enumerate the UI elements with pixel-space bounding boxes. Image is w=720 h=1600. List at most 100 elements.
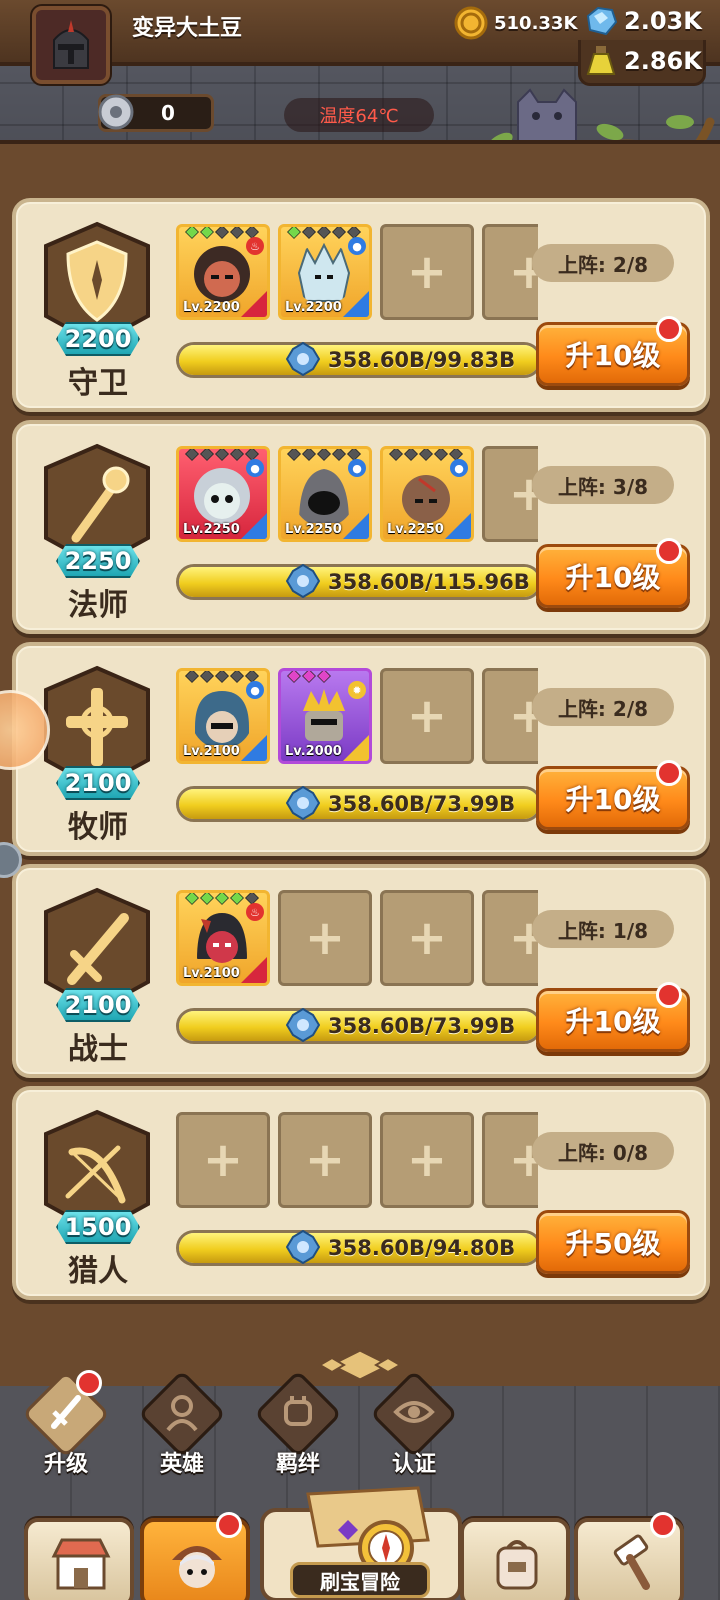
hero-icon	[166, 1395, 198, 1432]
hero-card[interactable]: ✹ Lv.2000	[278, 668, 372, 764]
hero-portrait-icon	[197, 913, 247, 963]
blue-gear-gem-icon	[286, 1008, 320, 1042]
empty-hero-slot[interactable]: +	[278, 1112, 372, 1208]
gems-counter[interactable]: 2.03K	[584, 4, 702, 38]
hero-portrait-icon	[195, 691, 249, 745]
empty-hero-slot[interactable]: +	[482, 1112, 538, 1208]
water-element-icon: ●	[246, 459, 264, 477]
blue-gear-gem-icon	[286, 564, 320, 598]
empty-hero-slot[interactable]: +	[278, 890, 372, 986]
temperature-indicator: 温度64℃	[284, 98, 434, 132]
knight-helmet-icon	[53, 20, 89, 69]
plus-icon: +	[406, 688, 448, 744]
hero-level: Lv.2000	[285, 744, 342, 759]
hero-level: Lv.2100	[183, 966, 240, 981]
blue-gear-gem-icon	[286, 342, 320, 376]
hero-card[interactable]: ♨ Lv.2200	[176, 224, 270, 320]
eye-icon	[393, 1401, 435, 1423]
fire-element-icon: ♨	[246, 903, 264, 921]
water-element-icon: ●	[348, 237, 366, 255]
hero-stars	[287, 671, 331, 683]
class-level-badge: 2200	[56, 322, 140, 356]
empty-hero-slot[interactable]: +	[176, 1112, 270, 1208]
nav-heroes[interactable]	[140, 1512, 250, 1600]
plus-icon: +	[406, 910, 448, 966]
class-card-priest: 2100 牧师 ● Lv.2100 ✹ Lv.2000 + + 上阵: 2/8 …	[12, 642, 710, 856]
tab-upgrade-label: 升级	[43, 1452, 88, 1477]
light-element-icon: ✹	[348, 681, 366, 699]
hero-level: Lv.2200	[183, 300, 240, 315]
class-name: 猎人	[68, 1254, 128, 1289]
hero-stars	[185, 227, 259, 239]
player-avatar[interactable]	[32, 6, 110, 84]
empty-hero-slot[interactable]: +	[482, 224, 538, 320]
hero-level: Lv.2100	[183, 744, 240, 759]
plus-icon: +	[304, 1132, 346, 1188]
tab-upgrade[interactable]: 升级	[18, 1369, 114, 1494]
upgrade-button[interactable]: 升50级	[536, 1210, 690, 1274]
tab-heroes[interactable]: 英雄	[134, 1369, 230, 1494]
hero-portrait-icon	[172, 1546, 222, 1588]
potions-counter[interactable]: 2.86K	[584, 44, 702, 78]
nav-shop[interactable]	[24, 1518, 134, 1600]
plus-icon: +	[406, 1132, 448, 1188]
notification-dot	[656, 316, 682, 342]
blue-crystal-icon	[586, 6, 618, 36]
class-name: 牧师	[68, 810, 128, 845]
potions-value: 2.86K	[624, 47, 702, 75]
empty-hero-slot[interactable]: +	[380, 890, 474, 986]
hero-card[interactable]: ● Lv.2250	[176, 446, 270, 542]
hero-slots: ● Lv.2250 ● Lv.2250 ● Lv.2250 +	[176, 446, 538, 544]
water-element-icon: ●	[348, 459, 366, 477]
hero-card[interactable]: ● Lv.2250	[380, 446, 474, 542]
fire-element-icon: ♨	[246, 237, 264, 255]
nav-forge[interactable]	[574, 1512, 684, 1600]
blue-gear-gem-icon	[286, 786, 320, 820]
treasure-adventure-button[interactable]: 刷宝冒险	[290, 1562, 430, 1598]
plus-icon: +	[202, 1132, 244, 1188]
deploy-count: 上阵: 1/8	[532, 910, 674, 948]
class-name: 战士	[68, 1032, 128, 1067]
notification-dot	[656, 760, 682, 786]
handshake-icon	[284, 1396, 312, 1426]
hero-card[interactable]: ● Lv.2250	[278, 446, 372, 542]
hero-stars	[389, 449, 463, 461]
hero-card[interactable]: ● Lv.2100	[176, 668, 270, 764]
empty-hero-slot[interactable]: +	[380, 1112, 474, 1208]
hero-slots: ♨ Lv.2100 + + +	[176, 890, 538, 988]
empty-hero-slot[interactable]: +	[482, 890, 538, 986]
hero-slots: ♨ Lv.2200 ● Lv.2200 + +	[176, 224, 538, 322]
hero-stars	[185, 671, 259, 683]
class-card-mage: 2250 法师 ● Lv.2250 ● Lv.2250 ● Lv.2250 + …	[12, 420, 710, 634]
hero-slots: ● Lv.2100 ✹ Lv.2000 + +	[176, 668, 538, 766]
empty-hero-slot[interactable]: +	[482, 446, 538, 542]
notification-dot	[656, 538, 682, 564]
coins-counter[interactable]: 510.33K	[454, 6, 577, 40]
hero-card[interactable]: ♨ Lv.2100	[176, 890, 270, 986]
backpack-icon	[496, 1540, 538, 1590]
hero-level: Lv.2250	[183, 522, 240, 537]
deploy-count: 上阵: 3/8	[532, 466, 674, 504]
hero-level: Lv.2250	[285, 522, 342, 537]
blue-gear-gem-icon	[286, 1230, 320, 1264]
empty-hero-slot[interactable]: +	[380, 668, 474, 764]
class-level-badge: 2250	[56, 544, 140, 578]
class-name: 法师	[68, 588, 128, 623]
gems-value: 2.03K	[624, 7, 702, 35]
plus-icon: +	[406, 244, 448, 300]
plus-icon: +	[304, 910, 346, 966]
coins-value: 510.33K	[494, 12, 578, 34]
nav-backpack[interactable]	[460, 1518, 570, 1600]
hammer-icon	[613, 1534, 650, 1590]
hero-portrait-icon	[299, 469, 349, 523]
hero-level: Lv.2200	[285, 300, 342, 315]
hero-portrait-icon	[303, 689, 345, 741]
hero-card[interactable]: ● Lv.2200	[278, 224, 372, 320]
empty-hero-slot[interactable]: +	[380, 224, 474, 320]
sword-upgrade-icon	[51, 1395, 81, 1429]
notification-dot	[650, 1512, 676, 1538]
gear-count: 0	[161, 101, 175, 125]
notification-dot	[216, 1512, 242, 1538]
empty-hero-slot[interactable]: +	[482, 668, 538, 764]
notification-dot	[656, 982, 682, 1008]
